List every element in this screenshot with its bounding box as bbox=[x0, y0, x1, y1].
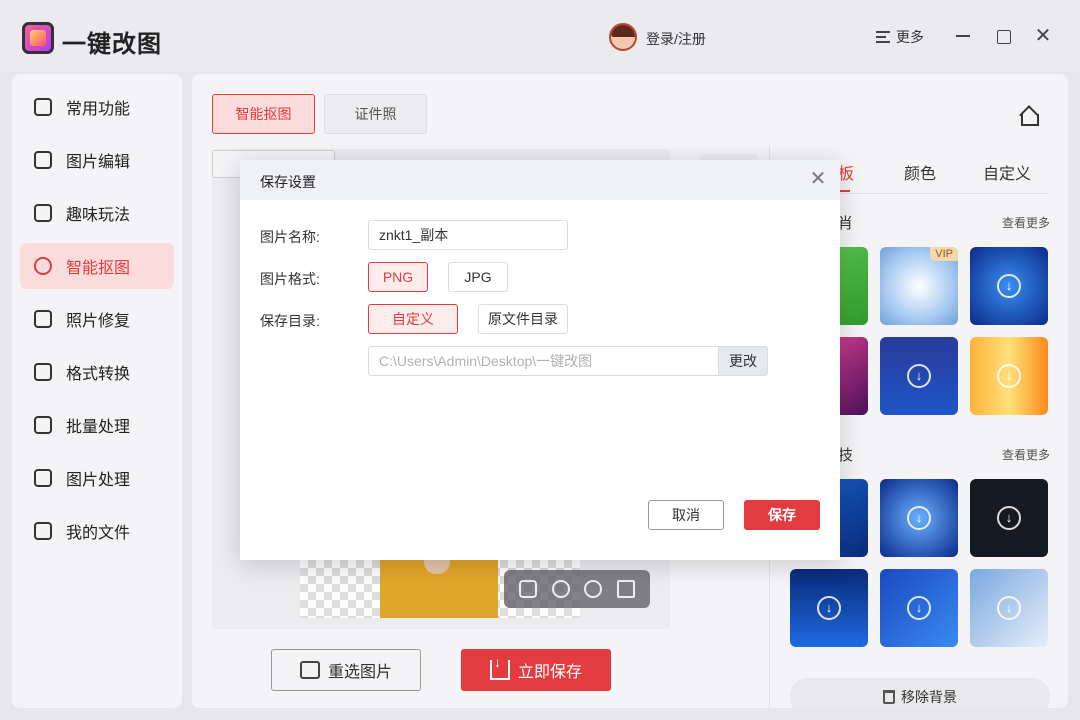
image-icon bbox=[34, 469, 52, 487]
download-icon: ↓ bbox=[907, 364, 931, 388]
menu-icon bbox=[876, 31, 890, 43]
download-icon: ↓ bbox=[817, 596, 841, 620]
background-thumb[interactable]: ↓ bbox=[790, 569, 868, 647]
title-bar: 一键改图 登录/注册 更多 ✕ bbox=[0, 0, 1080, 72]
download-icon: ↓ bbox=[997, 506, 1021, 530]
sidebar-item-batch[interactable]: 批量处理 bbox=[20, 402, 174, 448]
reselect-label: 重选图片 bbox=[327, 664, 392, 681]
save-path-input[interactable]: C:\Users\Admin\Desktop\一键改图 bbox=[368, 346, 718, 376]
change-path-button[interactable]: 更改 bbox=[718, 346, 768, 376]
remove-background-button[interactable]: 移除背景 bbox=[790, 678, 1050, 708]
sidebar-item-label: 图片处理 bbox=[66, 472, 131, 489]
format-label: 图片格式: bbox=[260, 271, 320, 287]
sidebar-item-label: 格式转换 bbox=[66, 366, 131, 383]
app-title: 一键改图 bbox=[62, 31, 162, 58]
directory-label: 保存目录: bbox=[260, 313, 320, 329]
sidebar: 常用功能 图片编辑 趣味玩法 智能抠图 照片修复 格式转换 批量处理 图片处理 … bbox=[12, 74, 182, 708]
background-thumb[interactable]: ↓ bbox=[970, 569, 1048, 647]
dir-original-option[interactable]: 原文件目录 bbox=[478, 304, 568, 334]
background-thumb[interactable]: ↓ bbox=[880, 337, 958, 415]
zoom-out-icon[interactable] bbox=[551, 580, 570, 598]
tab-custom[interactable]: 自定义 bbox=[983, 160, 1031, 184]
maximize-icon[interactable] bbox=[993, 26, 1013, 46]
background-thumb[interactable]: VIP bbox=[880, 247, 958, 325]
zoom-toolbar bbox=[504, 570, 650, 608]
app-logo-icon bbox=[22, 22, 54, 54]
sidebar-item-label: 批量处理 bbox=[66, 419, 131, 436]
more-button[interactable]: 更多 bbox=[876, 27, 924, 47]
repair-icon bbox=[34, 310, 52, 328]
format-jpg-option[interactable]: JPG bbox=[448, 262, 508, 292]
avatar[interactable] bbox=[609, 23, 637, 51]
file-icon bbox=[34, 522, 52, 540]
see-more-link[interactable]: 查看更多 bbox=[1002, 446, 1050, 463]
download-icon: ↓ bbox=[907, 506, 931, 530]
background-thumb[interactable]: ↓ bbox=[880, 569, 958, 647]
background-thumb[interactable]: ↓ bbox=[970, 337, 1048, 415]
sidebar-item-cutout[interactable]: 智能抠图 bbox=[20, 243, 174, 289]
sidebar-item-edit[interactable]: 图片编辑 bbox=[20, 137, 174, 183]
edit-icon bbox=[34, 151, 52, 169]
close-icon[interactable]: ✕ bbox=[808, 169, 828, 189]
hand-icon[interactable] bbox=[519, 580, 538, 598]
grid-icon bbox=[34, 98, 52, 116]
sidebar-item-repair[interactable]: 照片修复 bbox=[20, 296, 174, 342]
sidebar-item-label: 智能抠图 bbox=[66, 260, 131, 277]
minimize-icon[interactable] bbox=[953, 26, 973, 46]
save-button[interactable]: 保存 bbox=[744, 500, 820, 530]
sidebar-item-label: 照片修复 bbox=[66, 313, 131, 330]
section-title: 肖 bbox=[838, 215, 854, 232]
vip-badge: VIP bbox=[930, 247, 958, 261]
download-icon: ↓ bbox=[907, 596, 931, 620]
sidebar-item-files[interactable]: 我的文件 bbox=[20, 508, 174, 554]
dialog-header: 保存设置 ✕ bbox=[240, 160, 840, 200]
section-title: 技 bbox=[838, 447, 854, 464]
sidebar-item-image[interactable]: 图片处理 bbox=[20, 455, 174, 501]
trash-icon bbox=[883, 690, 895, 704]
download-icon bbox=[489, 654, 510, 680]
close-icon[interactable]: ✕ bbox=[1033, 26, 1053, 46]
tab-id-photo[interactable]: 证件照 bbox=[324, 94, 427, 134]
download-icon: ↓ bbox=[997, 274, 1021, 298]
tab-templates[interactable]: 板 bbox=[838, 160, 854, 184]
zoom-in-icon[interactable] bbox=[584, 580, 603, 598]
tab-color[interactable]: 颜色 bbox=[904, 160, 936, 184]
login-link[interactable]: 登录/注册 bbox=[646, 29, 706, 49]
name-label: 图片名称: bbox=[260, 229, 320, 245]
background-thumb[interactable]: ↓ bbox=[880, 479, 958, 557]
image-icon bbox=[299, 661, 320, 679]
cancel-button[interactable]: 取消 bbox=[648, 500, 724, 530]
download-icon: ↓ bbox=[997, 364, 1021, 388]
see-more-link[interactable]: 查看更多 bbox=[1002, 214, 1050, 231]
home-icon[interactable] bbox=[1018, 106, 1039, 126]
convert-icon bbox=[34, 363, 52, 381]
sidebar-item-fun[interactable]: 趣味玩法 bbox=[20, 190, 174, 236]
sidebar-item-label: 图片编辑 bbox=[66, 154, 131, 171]
sidebar-item-label: 我的文件 bbox=[66, 525, 131, 542]
cutout-icon bbox=[34, 257, 52, 275]
background-thumb[interactable]: ↓ bbox=[970, 479, 1048, 557]
tab-smart-cutout[interactable]: 智能抠图 bbox=[212, 94, 315, 134]
more-label: 更多 bbox=[896, 29, 924, 45]
sidebar-item-label: 常用功能 bbox=[66, 101, 131, 118]
sidebar-item-convert[interactable]: 格式转换 bbox=[20, 349, 174, 395]
dialog-title: 保存设置 bbox=[260, 174, 316, 190]
save-now-button[interactable]: 立即保存 bbox=[461, 649, 611, 691]
format-png-option[interactable]: PNG bbox=[368, 262, 428, 292]
layers-icon bbox=[34, 416, 52, 434]
save-now-label: 立即保存 bbox=[517, 664, 582, 681]
filename-input[interactable]: znkt1_副本 bbox=[368, 220, 568, 250]
sidebar-item-label: 趣味玩法 bbox=[66, 207, 131, 224]
magic-wand-icon bbox=[34, 204, 52, 222]
fit-screen-icon[interactable] bbox=[616, 580, 635, 598]
sidebar-item-common[interactable]: 常用功能 bbox=[20, 84, 174, 130]
reselect-image-button[interactable]: 重选图片 bbox=[271, 649, 421, 691]
dir-custom-option[interactable]: 自定义 bbox=[368, 304, 458, 334]
download-icon: ↓ bbox=[997, 596, 1021, 620]
remove-bg-label: 移除背景 bbox=[901, 689, 957, 705]
save-settings-dialog: 保存设置 ✕ 图片名称: znkt1_副本 图片格式: PNG JPG 保存目录… bbox=[240, 160, 840, 560]
background-thumb[interactable]: ↓ bbox=[970, 247, 1048, 325]
